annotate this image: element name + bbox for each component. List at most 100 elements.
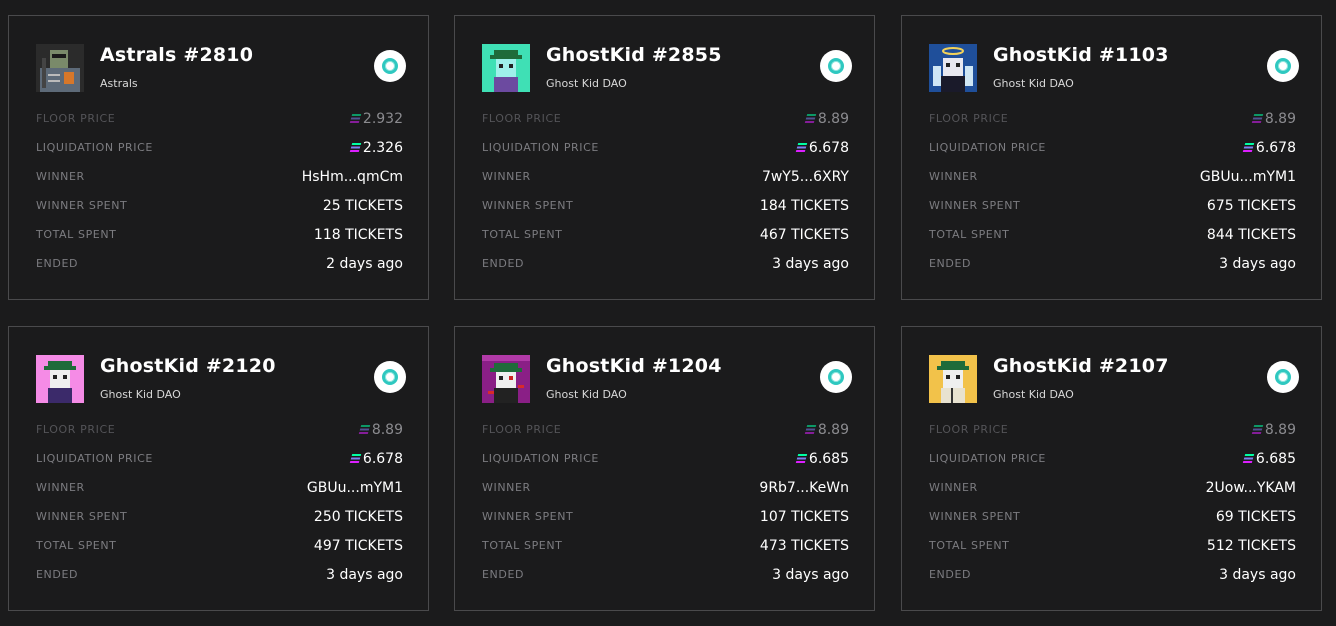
liquidation-price-amount: 6.678 [1255, 140, 1296, 156]
winner-row: WINNER 7wY5...6XRY [482, 167, 849, 196]
ended-row: ENDED 3 days ago [482, 565, 849, 594]
collection-name[interactable]: Ghost Kid DAO [546, 388, 627, 401]
liquidation-price-row: LIQUIDATION PRICE 6.678 [482, 138, 849, 167]
winner-address[interactable]: GBUu...mYM1 [307, 478, 403, 498]
solana-icon [804, 425, 817, 434]
floor-price-row: FLOOR PRICE 8.89 [482, 109, 849, 138]
winner-spent-row: WINNER SPENT 107 TICKETS [482, 507, 849, 536]
nft-thumbnail[interactable] [482, 44, 530, 92]
platform-badge-icon[interactable] [820, 50, 852, 82]
winner-spent-row: WINNER SPENT 69 TICKETS [929, 507, 1296, 536]
winner-address[interactable]: 2Uow...YKAM [1206, 478, 1296, 498]
floor-price-label: FLOOR PRICE [482, 423, 562, 436]
liquidation-price-amount: 2.326 [362, 140, 403, 156]
nft-title[interactable]: GhostKid #2120 [100, 355, 276, 377]
winner-row: WINNER 2Uow...YKAM [929, 478, 1296, 507]
platform-badge-icon[interactable] [374, 361, 406, 393]
floor-price-amount: 8.89 [817, 422, 849, 438]
ended-row: ENDED 3 days ago [36, 565, 403, 594]
ended-value: 2 days ago [326, 256, 403, 272]
nft-card[interactable]: GhostKid #1204 Ghost Kid DAO FLOOR PRICE… [454, 326, 875, 611]
ended-row: ENDED 3 days ago [929, 565, 1296, 594]
total-spent-value: 512 TICKETS [1206, 538, 1296, 554]
nft-title[interactable]: GhostKid #1103 [993, 44, 1169, 66]
winner-spent-label: WINNER SPENT [482, 199, 574, 212]
auction-details: FLOOR PRICE 8.89 LIQUIDATION PRICE 6.678… [36, 420, 403, 594]
nft-card[interactable]: GhostKid #1103 Ghost Kid DAO FLOOR PRICE… [901, 15, 1322, 300]
platform-badge-icon[interactable] [1267, 361, 1299, 393]
nft-thumbnail[interactable] [929, 44, 977, 92]
winner-spent-label: WINNER SPENT [36, 199, 128, 212]
winner-label: WINNER [482, 481, 531, 494]
collection-name[interactable]: Ghost Kid DAO [546, 77, 627, 90]
nft-card[interactable]: GhostKid #2855 Ghost Kid DAO FLOOR PRICE… [454, 15, 875, 300]
collection-name[interactable]: Ghost Kid DAO [993, 388, 1074, 401]
nft-card[interactable]: Astrals #2810 Astrals FLOOR PRICE 2.932 … [8, 15, 429, 300]
card-header: GhostKid #1204 Ghost Kid DAO [482, 355, 852, 405]
floor-price-amount: 8.89 [371, 422, 403, 438]
solana-icon [1242, 454, 1255, 463]
nft-thumbnail[interactable] [929, 355, 977, 403]
ended-value: 3 days ago [1219, 256, 1296, 272]
floor-price-label: FLOOR PRICE [929, 112, 1009, 125]
winner-address[interactable]: 9Rb7...KeWn [759, 478, 849, 498]
solana-icon [1242, 143, 1255, 152]
nft-title[interactable]: GhostKid #2107 [993, 355, 1169, 377]
floor-price-amount: 8.89 [1264, 111, 1296, 127]
solana-icon [804, 114, 817, 123]
collection-name[interactable]: Ghost Kid DAO [100, 388, 181, 401]
total-spent-value: 473 TICKETS [759, 538, 849, 554]
auction-details: FLOOR PRICE 8.89 LIQUIDATION PRICE 6.685… [482, 420, 849, 594]
collection-name[interactable]: Astrals [100, 77, 138, 90]
winner-address[interactable]: HsHm...qmCm [302, 167, 403, 187]
nft-thumbnail[interactable] [482, 355, 530, 403]
auction-results-grid: Astrals #2810 Astrals FLOOR PRICE 2.932 … [0, 0, 1336, 626]
nft-title[interactable]: GhostKid #2855 [546, 44, 722, 66]
winner-spent-value: 184 TICKETS [759, 198, 849, 214]
ended-label: ENDED [929, 257, 972, 270]
ended-row: ENDED 2 days ago [36, 254, 403, 283]
nft-card[interactable]: GhostKid #2107 Ghost Kid DAO FLOOR PRICE… [901, 326, 1322, 611]
platform-badge-icon[interactable] [1267, 50, 1299, 82]
collection-name[interactable]: Ghost Kid DAO [993, 77, 1074, 90]
nft-thumbnail[interactable] [36, 44, 84, 92]
winner-spent-value: 675 TICKETS [1206, 198, 1296, 214]
floor-price-amount: 2.932 [362, 111, 403, 127]
ended-row: ENDED 3 days ago [482, 254, 849, 283]
nft-card[interactable]: GhostKid #2120 Ghost Kid DAO FLOOR PRICE… [8, 326, 429, 611]
floor-price-label: FLOOR PRICE [929, 423, 1009, 436]
platform-badge-icon[interactable] [820, 361, 852, 393]
winner-address[interactable]: 7wY5...6XRY [762, 167, 849, 187]
winner-spent-value: 69 TICKETS [1215, 509, 1296, 525]
liquidation-price-row: LIQUIDATION PRICE 6.678 [36, 449, 403, 478]
floor-price-label: FLOOR PRICE [36, 112, 116, 125]
liquidation-price-label: LIQUIDATION PRICE [36, 141, 153, 154]
winner-spent-row: WINNER SPENT 250 TICKETS [36, 507, 403, 536]
liquidation-price-amount: 6.678 [808, 140, 849, 156]
liquidation-price-value: 6.685 [795, 449, 849, 469]
winner-address[interactable]: GBUu...mYM1 [1200, 167, 1296, 187]
liquidation-price-label: LIQUIDATION PRICE [482, 141, 599, 154]
floor-price-value: 2.932 [349, 109, 403, 129]
liquidation-price-amount: 6.685 [1255, 451, 1296, 467]
floor-price-value: 8.89 [358, 420, 403, 440]
nft-title[interactable]: Astrals #2810 [100, 44, 253, 66]
card-header: Astrals #2810 Astrals [36, 44, 406, 94]
total-spent-value: 467 TICKETS [759, 227, 849, 243]
auction-details: FLOOR PRICE 2.932 LIQUIDATION PRICE 2.32… [36, 109, 403, 283]
nft-thumbnail[interactable] [36, 355, 84, 403]
nft-title[interactable]: GhostKid #1204 [546, 355, 722, 377]
total-spent-value: 497 TICKETS [313, 538, 403, 554]
ended-value: 3 days ago [772, 567, 849, 583]
floor-price-label: FLOOR PRICE [36, 423, 116, 436]
total-spent-label: TOTAL SPENT [482, 539, 563, 552]
winner-spent-label: WINNER SPENT [36, 510, 128, 523]
ended-label: ENDED [36, 568, 79, 581]
winner-label: WINNER [929, 170, 978, 183]
floor-price-row: FLOOR PRICE 8.89 [482, 420, 849, 449]
winner-spent-row: WINNER SPENT 675 TICKETS [929, 196, 1296, 225]
total-spent-row: TOTAL SPENT 118 TICKETS [36, 225, 403, 254]
ended-value: 3 days ago [772, 256, 849, 272]
platform-badge-icon[interactable] [374, 50, 406, 82]
winner-label: WINNER [36, 170, 85, 183]
